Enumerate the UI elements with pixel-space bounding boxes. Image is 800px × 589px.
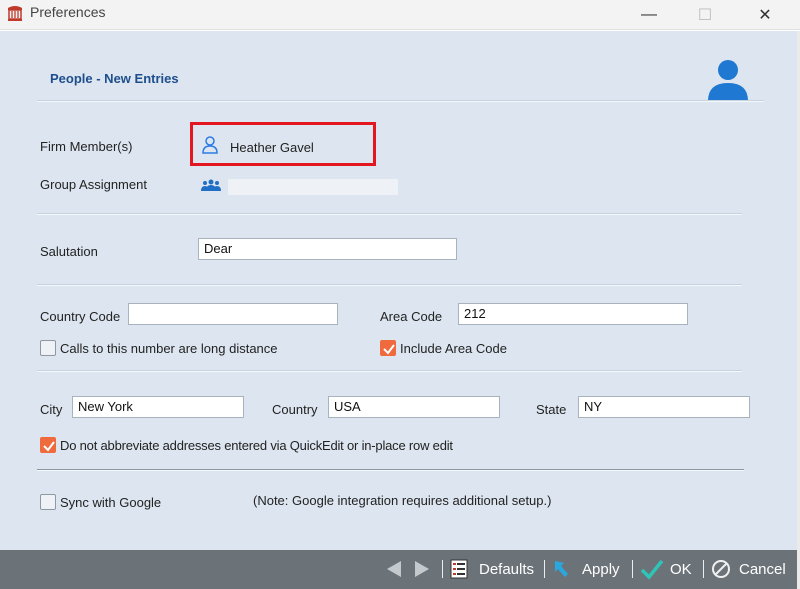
group-icon	[201, 179, 221, 191]
google-note: (Note: Google integration requires addit…	[253, 493, 552, 508]
no-abbreviate-label: Do not abbreviate addresses entered via …	[60, 438, 453, 453]
divider	[37, 214, 742, 215]
window-title: Preferences	[30, 4, 106, 20]
salutation-input[interactable]: Dear	[198, 238, 457, 260]
no-abbreviate-checkbox[interactable]	[40, 437, 56, 453]
preferences-panel: People - New Entries Firm Member(s) Heat…	[0, 31, 797, 550]
maximize-button[interactable]: ☐	[682, 0, 728, 30]
separator	[544, 560, 545, 578]
prev-arrow-icon[interactable]	[384, 559, 404, 579]
country-code-input[interactable]	[128, 303, 338, 325]
firm-member-label: Firm Member(s)	[40, 139, 133, 154]
highlight-box	[190, 122, 376, 166]
divider	[37, 285, 742, 286]
separator	[632, 560, 633, 578]
list-icon	[450, 559, 468, 579]
area-code-input[interactable]: 212	[458, 303, 688, 325]
checkmark-icon	[383, 344, 395, 355]
long-distance-label: Calls to this number are long distance	[60, 341, 278, 356]
apply-label: Apply	[582, 560, 620, 578]
next-arrow-icon[interactable]	[412, 559, 432, 579]
defaults-label: Defaults	[479, 560, 535, 578]
section-title: People - New Entries	[50, 71, 179, 86]
person-icon	[708, 60, 748, 101]
cancel-icon	[712, 560, 730, 578]
apply-button[interactable]: Apply	[552, 557, 620, 581]
apply-arrow-icon	[555, 561, 568, 577]
ok-label: OK	[670, 560, 692, 578]
cancel-label: Cancel	[739, 560, 786, 578]
group-assignment-field[interactable]	[228, 179, 398, 195]
divider	[37, 371, 742, 372]
salutation-label: Salutation	[40, 244, 98, 259]
defaults-button[interactable]: Defaults	[450, 557, 534, 581]
long-distance-checkbox[interactable]	[40, 340, 56, 356]
country-input[interactable]: USA	[328, 396, 500, 418]
country-code-label: Country Code	[40, 309, 121, 324]
cancel-button[interactable]: Cancel	[711, 557, 786, 581]
check-icon	[640, 559, 664, 580]
city-label: City	[40, 402, 63, 417]
sync-google-checkbox[interactable]	[40, 494, 56, 510]
title-bar: Preferences — ☐ ✕	[0, 0, 800, 30]
area-code-label: Area Code	[380, 309, 443, 324]
divider	[37, 101, 764, 102]
close-button[interactable]: ✕	[742, 0, 788, 30]
checkmark-icon	[43, 441, 55, 452]
include-area-code-checkbox[interactable]	[380, 340, 396, 356]
separator	[442, 560, 443, 578]
footer-toolbar: Defaults Apply OK Cancel	[0, 550, 797, 589]
country-label: Country	[272, 402, 318, 417]
divider	[37, 470, 744, 471]
sync-google-label: Sync with Google	[60, 495, 162, 510]
minimize-button[interactable]: —	[626, 0, 672, 30]
group-assignment-label: Group Assignment	[40, 177, 147, 192]
include-area-code-label: Include Area Code	[400, 341, 507, 356]
state-label: State	[536, 402, 567, 417]
separator	[703, 560, 704, 578]
state-input[interactable]: NY	[578, 396, 750, 418]
ok-button[interactable]: OK	[640, 557, 692, 581]
app-logo-icon	[8, 6, 22, 21]
city-input[interactable]: New York	[72, 396, 244, 418]
